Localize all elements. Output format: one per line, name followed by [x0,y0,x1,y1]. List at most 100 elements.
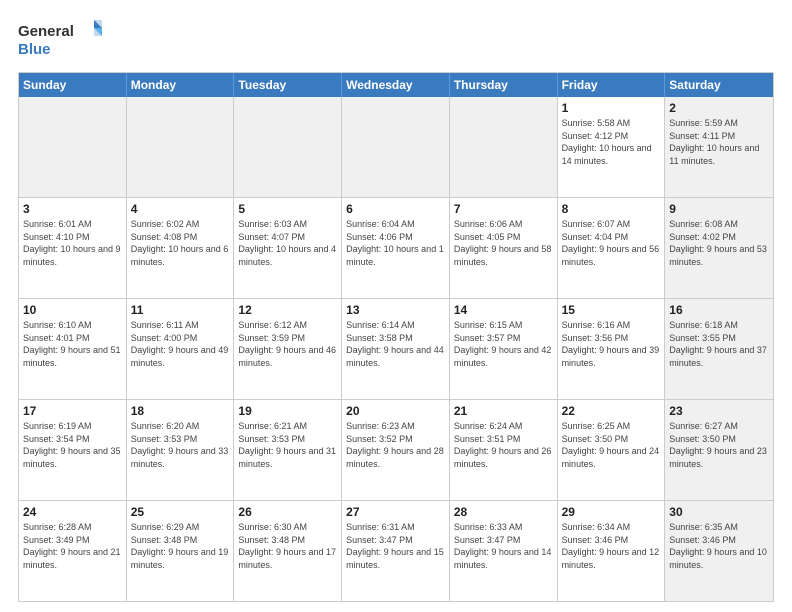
day-number: 12 [238,302,337,318]
day-26: 26Sunrise: 6:30 AM Sunset: 3:48 PM Dayli… [234,501,342,601]
day-4: 4Sunrise: 6:02 AM Sunset: 4:08 PM Daylig… [127,198,235,298]
day-info: Sunrise: 6:34 AM Sunset: 3:46 PM Dayligh… [562,521,661,571]
header-day-tuesday: Tuesday [234,73,342,97]
week-1: 1Sunrise: 5:58 AM Sunset: 4:12 PM Daylig… [19,97,773,198]
day-27: 27Sunrise: 6:31 AM Sunset: 3:47 PM Dayli… [342,501,450,601]
day-2: 2Sunrise: 5:59 AM Sunset: 4:11 PM Daylig… [665,97,773,197]
day-3: 3Sunrise: 6:01 AM Sunset: 4:10 PM Daylig… [19,198,127,298]
page: General Blue SundayMondayTuesdayWednesda… [0,0,792,612]
day-info: Sunrise: 6:12 AM Sunset: 3:59 PM Dayligh… [238,319,337,369]
day-number: 13 [346,302,445,318]
day-15: 15Sunrise: 6:16 AM Sunset: 3:56 PM Dayli… [558,299,666,399]
week-2: 3Sunrise: 6:01 AM Sunset: 4:10 PM Daylig… [19,198,773,299]
header-day-saturday: Saturday [665,73,773,97]
day-info: Sunrise: 6:35 AM Sunset: 3:46 PM Dayligh… [669,521,769,571]
day-number: 27 [346,504,445,520]
day-number: 3 [23,201,122,217]
day-8: 8Sunrise: 6:07 AM Sunset: 4:04 PM Daylig… [558,198,666,298]
day-number: 15 [562,302,661,318]
day-17: 17Sunrise: 6:19 AM Sunset: 3:54 PM Dayli… [19,400,127,500]
week-5: 24Sunrise: 6:28 AM Sunset: 3:49 PM Dayli… [19,501,773,601]
day-28: 28Sunrise: 6:33 AM Sunset: 3:47 PM Dayli… [450,501,558,601]
calendar: SundayMondayTuesdayWednesdayThursdayFrid… [18,72,774,602]
calendar-header: SundayMondayTuesdayWednesdayThursdayFrid… [19,73,773,97]
svg-text:General: General [18,23,74,40]
day-number: 2 [669,100,769,116]
day-number: 17 [23,403,122,419]
day-info: Sunrise: 6:19 AM Sunset: 3:54 PM Dayligh… [23,420,122,470]
day-info: Sunrise: 6:03 AM Sunset: 4:07 PM Dayligh… [238,218,337,268]
day-info: Sunrise: 6:15 AM Sunset: 3:57 PM Dayligh… [454,319,553,369]
day-number: 5 [238,201,337,217]
day-info: Sunrise: 5:58 AM Sunset: 4:12 PM Dayligh… [562,117,661,167]
header-day-sunday: Sunday [19,73,127,97]
week-3: 10Sunrise: 6:10 AM Sunset: 4:01 PM Dayli… [19,299,773,400]
day-24: 24Sunrise: 6:28 AM Sunset: 3:49 PM Dayli… [19,501,127,601]
day-number: 19 [238,403,337,419]
day-number: 24 [23,504,122,520]
day-number: 9 [669,201,769,217]
day-number: 30 [669,504,769,520]
day-5: 5Sunrise: 6:03 AM Sunset: 4:07 PM Daylig… [234,198,342,298]
day-number: 21 [454,403,553,419]
week-4: 17Sunrise: 6:19 AM Sunset: 3:54 PM Dayli… [19,400,773,501]
day-21: 21Sunrise: 6:24 AM Sunset: 3:51 PM Dayli… [450,400,558,500]
day-number: 28 [454,504,553,520]
day-number: 4 [131,201,230,217]
header-day-friday: Friday [558,73,666,97]
day-info: Sunrise: 5:59 AM Sunset: 4:11 PM Dayligh… [669,117,769,167]
day-number: 26 [238,504,337,520]
day-info: Sunrise: 6:20 AM Sunset: 3:53 PM Dayligh… [131,420,230,470]
day-16: 16Sunrise: 6:18 AM Sunset: 3:55 PM Dayli… [665,299,773,399]
day-14: 14Sunrise: 6:15 AM Sunset: 3:57 PM Dayli… [450,299,558,399]
empty-cell-0-1 [127,97,235,197]
day-20: 20Sunrise: 6:23 AM Sunset: 3:52 PM Dayli… [342,400,450,500]
header: General Blue [18,18,774,62]
day-number: 1 [562,100,661,116]
day-9: 9Sunrise: 6:08 AM Sunset: 4:02 PM Daylig… [665,198,773,298]
day-info: Sunrise: 6:27 AM Sunset: 3:50 PM Dayligh… [669,420,769,470]
calendar-body: 1Sunrise: 5:58 AM Sunset: 4:12 PM Daylig… [19,97,773,601]
day-number: 22 [562,403,661,419]
header-day-wednesday: Wednesday [342,73,450,97]
day-18: 18Sunrise: 6:20 AM Sunset: 3:53 PM Dayli… [127,400,235,500]
day-info: Sunrise: 6:18 AM Sunset: 3:55 PM Dayligh… [669,319,769,369]
day-info: Sunrise: 6:02 AM Sunset: 4:08 PM Dayligh… [131,218,230,268]
day-info: Sunrise: 6:16 AM Sunset: 3:56 PM Dayligh… [562,319,661,369]
day-info: Sunrise: 6:04 AM Sunset: 4:06 PM Dayligh… [346,218,445,268]
day-number: 23 [669,403,769,419]
day-number: 16 [669,302,769,318]
day-info: Sunrise: 6:07 AM Sunset: 4:04 PM Dayligh… [562,218,661,268]
day-10: 10Sunrise: 6:10 AM Sunset: 4:01 PM Dayli… [19,299,127,399]
day-info: Sunrise: 6:01 AM Sunset: 4:10 PM Dayligh… [23,218,122,268]
header-day-monday: Monday [127,73,235,97]
day-info: Sunrise: 6:23 AM Sunset: 3:52 PM Dayligh… [346,420,445,470]
day-number: 6 [346,201,445,217]
day-info: Sunrise: 6:28 AM Sunset: 3:49 PM Dayligh… [23,521,122,571]
day-number: 25 [131,504,230,520]
day-6: 6Sunrise: 6:04 AM Sunset: 4:06 PM Daylig… [342,198,450,298]
day-info: Sunrise: 6:30 AM Sunset: 3:48 PM Dayligh… [238,521,337,571]
empty-cell-0-3 [342,97,450,197]
day-info: Sunrise: 6:25 AM Sunset: 3:50 PM Dayligh… [562,420,661,470]
header-day-thursday: Thursday [450,73,558,97]
day-number: 11 [131,302,230,318]
day-info: Sunrise: 6:29 AM Sunset: 3:48 PM Dayligh… [131,521,230,571]
day-info: Sunrise: 6:08 AM Sunset: 4:02 PM Dayligh… [669,218,769,268]
day-19: 19Sunrise: 6:21 AM Sunset: 3:53 PM Dayli… [234,400,342,500]
day-12: 12Sunrise: 6:12 AM Sunset: 3:59 PM Dayli… [234,299,342,399]
logo-svg: General Blue [18,18,108,62]
day-info: Sunrise: 6:31 AM Sunset: 3:47 PM Dayligh… [346,521,445,571]
empty-cell-0-4 [450,97,558,197]
day-7: 7Sunrise: 6:06 AM Sunset: 4:05 PM Daylig… [450,198,558,298]
day-1: 1Sunrise: 5:58 AM Sunset: 4:12 PM Daylig… [558,97,666,197]
day-info: Sunrise: 6:10 AM Sunset: 4:01 PM Dayligh… [23,319,122,369]
day-22: 22Sunrise: 6:25 AM Sunset: 3:50 PM Dayli… [558,400,666,500]
day-info: Sunrise: 6:33 AM Sunset: 3:47 PM Dayligh… [454,521,553,571]
svg-text:Blue: Blue [18,41,51,58]
day-25: 25Sunrise: 6:29 AM Sunset: 3:48 PM Dayli… [127,501,235,601]
day-number: 29 [562,504,661,520]
day-number: 10 [23,302,122,318]
day-number: 7 [454,201,553,217]
day-number: 18 [131,403,230,419]
